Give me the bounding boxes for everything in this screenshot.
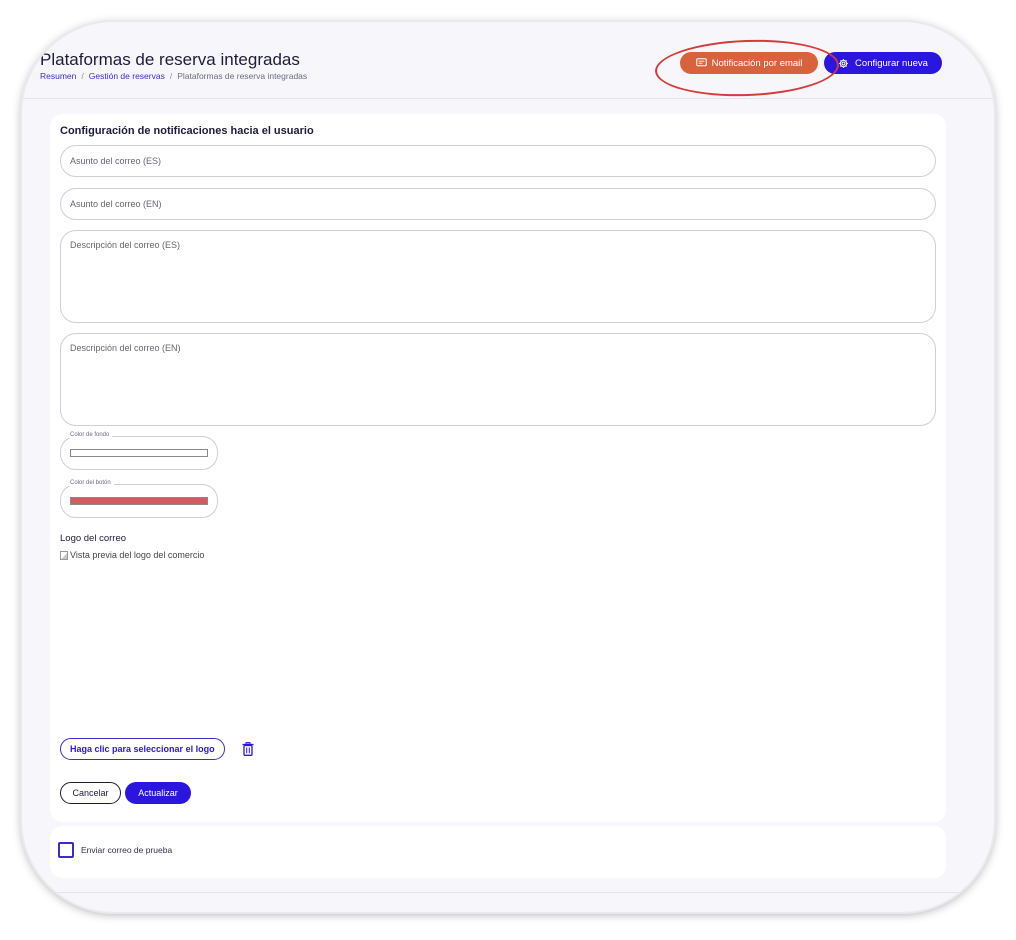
message-square-icon	[695, 58, 707, 67]
notification-settings-title: Configuración de notificaciones hacia el…	[60, 125, 314, 137]
notification-settings-card: Configuración de notificaciones hacia el…	[50, 114, 946, 822]
configure-new-button[interactable]: Configurar nueva	[824, 52, 942, 74]
background-color-label: Color de fondo	[67, 432, 113, 438]
screenshot-stage: Plataformas de reserva integradas Resume…	[0, 0, 1016, 940]
page-title: Plataformas de reserva integradas	[40, 50, 300, 69]
email-subject-en-input[interactable]	[60, 188, 936, 220]
email-logo-label: Logo del correo	[60, 533, 127, 544]
update-button[interactable]: Actualizar	[125, 782, 191, 804]
logo-preview-image: Vista previa del logo del comercio	[60, 550, 204, 560]
button-color-picker[interactable]: Color del botón	[60, 480, 218, 518]
breadcrumb: Resumen / Gestión de reservas / Plataformas …	[40, 71, 307, 81]
email-description-es-textarea[interactable]	[60, 230, 936, 323]
breadcrumb-item-gestion-reservas[interactable]: Gestión de reservas	[89, 71, 165, 81]
header-divider	[22, 98, 994, 99]
email-subject-es-input[interactable]	[60, 145, 936, 177]
select-logo-button[interactable]: Haga clic para seleccionar el logo	[60, 738, 225, 760]
email-notification-button-label: Notificación por email	[711, 57, 803, 69]
footer-divider	[22, 892, 994, 893]
email-description-en-textarea[interactable]	[60, 333, 936, 426]
test-email-card: Enviar correo de prueba	[50, 826, 946, 878]
breadcrumb-separator: /	[81, 71, 84, 81]
breadcrumb-separator: /	[169, 71, 173, 81]
gear-icon	[839, 58, 848, 68]
button-color-label: Color del botón	[67, 480, 114, 486]
app-window: Plataformas de reserva integradas Resume…	[22, 22, 994, 912]
email-notification-button[interactable]: Notificación por email	[680, 52, 818, 74]
background-color-picker[interactable]: Color de fondo	[60, 432, 218, 470]
send-test-email-checkbox[interactable]	[58, 842, 74, 858]
logo-preview-alt-text: Vista previa del logo del comercio	[70, 550, 205, 560]
breadcrumb-item-resumen[interactable]: Resumen	[40, 71, 76, 81]
configure-new-button-label: Configurar nueva	[855, 57, 928, 69]
button-color-swatch[interactable]	[70, 497, 208, 505]
send-test-email-label: Enviar correo de prueba	[81, 845, 173, 855]
cancel-button[interactable]: Cancelar	[60, 782, 121, 804]
trash-icon[interactable]	[242, 742, 254, 756]
background-color-swatch[interactable]	[70, 449, 208, 457]
broken-image-icon	[60, 550, 68, 560]
breadcrumb-item-current: Plataformas de reserva integradas	[177, 71, 308, 81]
